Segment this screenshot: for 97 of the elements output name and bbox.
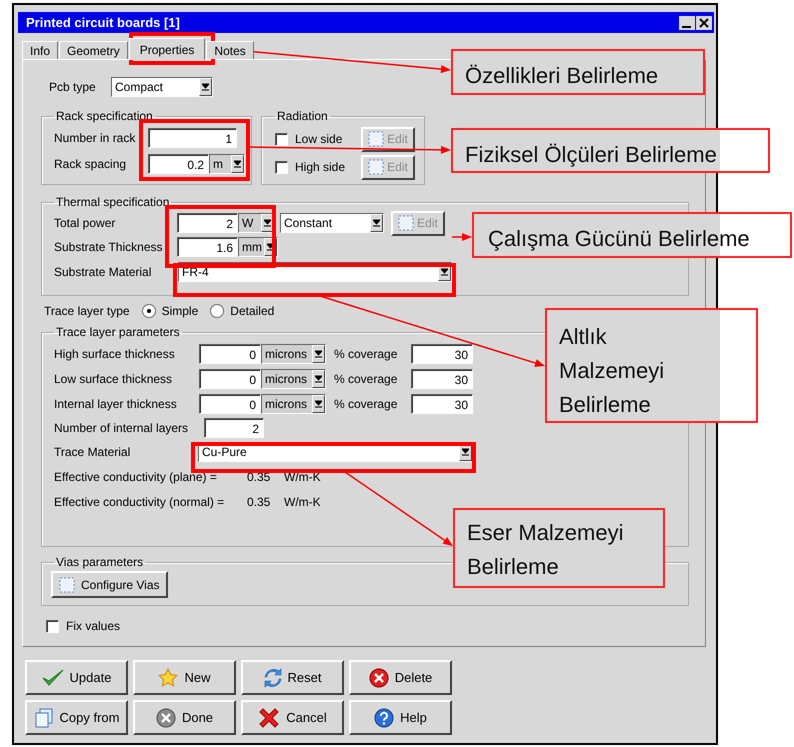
number-field[interactable]: 30 bbox=[411, 344, 473, 364]
field-label: Number in rack bbox=[54, 131, 136, 145]
close-circle-icon bbox=[156, 708, 176, 728]
dropdown-arrow-icon bbox=[373, 219, 380, 227]
value-text: 0.35 bbox=[247, 470, 272, 484]
unit-text: W/m-K bbox=[284, 494, 321, 508]
dropdown-arrow-icon bbox=[267, 243, 274, 251]
field-label: Effective conductivity (plane) = bbox=[54, 470, 218, 484]
dashed-square-icon bbox=[59, 576, 75, 592]
group-title: Vias parameters bbox=[55, 555, 144, 569]
tab[interactable]: Geometry bbox=[59, 41, 128, 59]
action-button[interactable]: Update bbox=[25, 660, 128, 695]
field-label: % coverage bbox=[334, 372, 398, 386]
cancel-icon bbox=[258, 706, 280, 728]
number-field[interactable]: 30 bbox=[411, 368, 473, 388]
number-field[interactable]: 0.2 bbox=[148, 154, 209, 174]
unit-dropdown[interactable]: mm bbox=[238, 237, 278, 257]
mode-dropdown[interactable]: Constant bbox=[280, 213, 384, 233]
unit-dropdown[interactable]: microns bbox=[261, 368, 326, 388]
callout-label: Altlık Malzemeyi Belirleme bbox=[545, 308, 758, 423]
field-label: % coverage bbox=[334, 396, 398, 410]
help-icon bbox=[374, 708, 394, 728]
number-field[interactable]: 30 bbox=[411, 394, 473, 414]
unit-text: W/m-K bbox=[284, 470, 321, 484]
delete-icon bbox=[368, 668, 389, 688]
checkbox-label: Low side bbox=[295, 132, 344, 146]
tab[interactable]: Properties bbox=[128, 38, 206, 60]
field-label: Trace Material bbox=[54, 445, 132, 459]
dropdown-arrow-icon bbox=[315, 350, 322, 358]
close-icon[interactable] bbox=[696, 16, 712, 30]
field-label: Total power bbox=[54, 216, 116, 230]
radio-label: Detailed bbox=[230, 304, 274, 318]
configure-vias-button[interactable]: Configure Vias bbox=[51, 571, 168, 598]
number-field[interactable]: 2 bbox=[204, 418, 264, 438]
unit-dropdown[interactable]: W bbox=[238, 213, 275, 233]
group-title: Trace layer parameters bbox=[55, 325, 181, 339]
star-icon bbox=[158, 668, 178, 687]
radio-button[interactable] bbox=[142, 304, 156, 318]
callout-arrow bbox=[452, 233, 472, 241]
tab[interactable]: Info bbox=[22, 41, 58, 59]
dropdown-arrow-icon bbox=[234, 160, 241, 168]
callout-label: Özellikleri Belirleme bbox=[451, 49, 705, 95]
field-label: Pcb type bbox=[49, 80, 97, 94]
minimize-icon[interactable] bbox=[679, 16, 695, 30]
field-label: Substrate Material bbox=[54, 265, 152, 279]
field-label: Effective conductivity (normal) = bbox=[54, 494, 226, 508]
action-button[interactable]: Cancel bbox=[241, 700, 344, 735]
dashed-square-icon bbox=[398, 215, 414, 231]
field-label: Trace layer type bbox=[44, 304, 130, 318]
number-field[interactable]: 0 bbox=[199, 344, 261, 364]
value-text: 0.35 bbox=[247, 494, 272, 508]
callout-label: Fiziksel Ölçüleri Belirleme bbox=[451, 128, 770, 173]
group-title: Rack specification bbox=[55, 109, 154, 123]
number-field[interactable]: 1 bbox=[148, 128, 237, 148]
field-label: Substrate Thickness bbox=[54, 240, 164, 254]
field-label: Rack spacing bbox=[54, 157, 128, 171]
field-label: High surface thickness bbox=[54, 346, 176, 360]
pcb-type-dropdown[interactable]: Compact bbox=[111, 77, 213, 97]
radio-label: Simple bbox=[162, 304, 198, 318]
unit-dropdown[interactable]: microns bbox=[261, 394, 326, 414]
number-field[interactable]: 2 bbox=[177, 213, 238, 233]
copy-icon bbox=[34, 708, 54, 728]
checkbox-label: Fix values bbox=[66, 619, 120, 633]
group-title: Radiation bbox=[276, 109, 329, 123]
dropdown-arrow-icon bbox=[264, 219, 271, 227]
callout-label: Çalışma Gücünü Belirleme bbox=[472, 212, 792, 258]
number-field[interactable]: 0 bbox=[199, 394, 261, 414]
dashed-square-icon bbox=[368, 131, 384, 147]
field-label: Number of internal layers bbox=[54, 421, 190, 435]
window-title: Printed circuit boards [1] bbox=[26, 15, 180, 30]
callout-label: Eser Malzemeyi Belirleme bbox=[453, 508, 665, 588]
unit-dropdown[interactable]: m bbox=[209, 154, 245, 174]
dropdown-arrow-icon bbox=[315, 400, 322, 408]
dashed-square-icon bbox=[368, 159, 384, 175]
field-label: % coverage bbox=[334, 346, 398, 360]
field-label: Low surface thickness bbox=[54, 372, 174, 386]
check-icon bbox=[42, 668, 64, 686]
radio-button[interactable] bbox=[210, 304, 224, 318]
action-button[interactable]: Reset bbox=[241, 660, 344, 695]
action-button[interactable]: New bbox=[133, 660, 236, 695]
action-button[interactable]: Help bbox=[349, 700, 452, 735]
dropdown-arrow-icon bbox=[202, 83, 209, 91]
checkbox-label: High side bbox=[295, 160, 346, 174]
tab[interactable]: Notes bbox=[206, 41, 254, 59]
number-field[interactable]: 1.6 bbox=[177, 237, 238, 257]
checkbox[interactable] bbox=[46, 620, 59, 632]
unit-dropdown[interactable]: microns bbox=[261, 344, 326, 364]
field-label: Internal layer thickness bbox=[54, 396, 178, 410]
dropdown-arrow-icon bbox=[315, 374, 322, 382]
action-button[interactable]: Done bbox=[133, 700, 236, 735]
dropdown-arrow-icon bbox=[441, 268, 448, 276]
refresh-icon bbox=[264, 668, 282, 688]
group-title: Thermal specification bbox=[55, 195, 170, 209]
action-button[interactable]: Delete bbox=[349, 660, 452, 695]
dropdown-arrow-icon bbox=[462, 448, 469, 456]
number-field[interactable]: 0 bbox=[199, 368, 261, 388]
action-button[interactable]: Copy from bbox=[25, 700, 128, 735]
